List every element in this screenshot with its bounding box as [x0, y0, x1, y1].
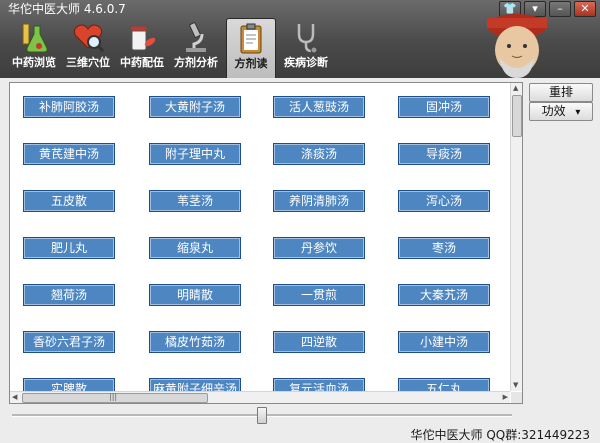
footer-text: 华佗中医大师 QQ群:321449223 — [410, 428, 590, 442]
chevron-down-icon: ▾ — [575, 107, 581, 118]
formula-button[interactable]: 香砂六君子汤 — [23, 331, 115, 353]
formula-button[interactable]: 大黄附子汤 — [149, 96, 241, 118]
tab-3d-acupoints[interactable]: 三维穴位 — [64, 18, 112, 74]
formula-list-panel: 补肺阿胶汤 大黄附子汤 活人葱豉汤 固冲汤黄芪建中汤 附子理中丸 涤痰汤 导痰汤五皮散 苇茎汤… — [9, 82, 523, 404]
formula-button[interactable]: 黄芪建中汤 — [23, 143, 115, 165]
tab-label: 中药配伍 — [120, 56, 164, 69]
formula-button[interactable]: 小建中汤 — [398, 331, 490, 353]
tab-label: 中药浏览 — [12, 56, 56, 69]
formula-button[interactable]: 橘皮竹茹汤 — [149, 331, 241, 353]
scroll-left-arrow-icon[interactable]: ◀ — [12, 393, 17, 402]
clipboard-icon — [240, 23, 262, 54]
tab-herb-combination[interactable]: 中药配伍 — [118, 18, 166, 74]
formula-button[interactable]: 五仁丸 — [398, 378, 490, 391]
pill-bottle-icon — [130, 25, 156, 51]
formula-button[interactable]: 固冲汤 — [398, 96, 490, 118]
formula-button[interactable]: 导痰汤 — [398, 143, 490, 165]
formula-button[interactable]: 肥儿丸 — [23, 237, 115, 259]
formula-button[interactable]: 一贯煎 — [273, 284, 365, 306]
window-title: 华佗中医大师 4.6.0.7 — [8, 2, 126, 16]
stethoscope-icon — [297, 24, 318, 54]
microscope-icon — [186, 22, 206, 52]
horizontal-scroll-thumb[interactable]: ||| — [22, 392, 208, 403]
scroll-right-arrow-icon[interactable]: ▶ — [503, 393, 508, 402]
formula-button[interactable]: 活人葱豉汤 — [273, 96, 365, 118]
tab-label: 方剂分析 — [174, 56, 218, 69]
formula-button[interactable]: 五皮散 — [23, 190, 115, 212]
tab-label: 方剂读 — [234, 57, 268, 70]
zoom-slider-thumb[interactable] — [257, 407, 267, 424]
efficacy-label: 功效 — [541, 104, 566, 118]
formula-button[interactable]: 明睛散 — [149, 284, 241, 306]
formula-button[interactable]: 复元活血汤 — [273, 378, 365, 391]
hua-tuo-portrait-icon — [487, 14, 547, 78]
scrollbar-corner — [511, 392, 522, 403]
vertical-scrollbar[interactable]: ▲ ▼ — [510, 83, 522, 391]
tab-label: 三维穴位 — [66, 56, 110, 69]
tab-herb-browse[interactable]: 中药浏览 — [10, 18, 58, 74]
heart-magnifier-icon — [73, 24, 104, 53]
formula-button[interactable]: 实脾散 — [23, 378, 115, 391]
formula-button[interactable]: 附子理中丸 — [149, 143, 241, 165]
tab-disease-diagnosis[interactable]: 疾病诊断 — [282, 18, 330, 74]
horizontal-scrollbar[interactable]: ◀ ||| ▶ — [10, 391, 510, 403]
formula-button[interactable]: 养阴清肺汤 — [273, 190, 365, 212]
close-button[interactable]: ✕ — [574, 1, 596, 17]
scroll-down-arrow-icon[interactable]: ▼ — [513, 381, 518, 390]
formula-button[interactable]: 大秦艽汤 — [398, 284, 490, 306]
formula-button[interactable]: 翘荷汤 — [23, 284, 115, 306]
rearrange-button[interactable]: 重排 — [529, 83, 593, 102]
formula-button[interactable]: 麻黄附子细辛汤 — [149, 378, 241, 391]
formula-button[interactable]: 苇茎汤 — [149, 190, 241, 212]
formula-button[interactable]: 枣汤 — [398, 237, 490, 259]
tab-label: 疾病诊断 — [284, 56, 328, 69]
app-window: 华佗中医大师 4.6.0.7 👕 ▾ – ✕ 中药浏览 三维穴位 中药配伍 方剂… — [0, 0, 600, 443]
formula-button[interactable]: 补肺阿胶汤 — [23, 96, 115, 118]
scroll-up-arrow-icon[interactable]: ▲ — [513, 84, 518, 93]
efficacy-dropdown[interactable]: 功效 ▾ — [529, 102, 593, 121]
grip-icon: ||| — [109, 392, 118, 401]
formula-button[interactable]: 泻心汤 — [398, 190, 490, 212]
flask-icon — [22, 23, 48, 53]
tab-formula-reading[interactable]: 方剂读 — [226, 18, 276, 78]
formula-button[interactable]: 涤痰汤 — [273, 143, 365, 165]
header-bar: 华佗中医大师 4.6.0.7 👕 ▾ – ✕ 中药浏览 三维穴位 中药配伍 方剂… — [0, 0, 600, 78]
formula-button[interactable]: 丹参饮 — [273, 237, 365, 259]
vertical-scroll-thumb[interactable] — [512, 95, 522, 137]
main-tabs: 中药浏览 三维穴位 中药配伍 方剂分析 方剂读 疾病诊断 — [10, 18, 336, 78]
tab-formula-analysis[interactable]: 方剂分析 — [172, 18, 220, 74]
formula-button[interactable]: 缩泉丸 — [149, 237, 241, 259]
formula-grid: 补肺阿胶汤 大黄附子汤 活人葱豉汤 固冲汤黄芪建中汤 附子理中丸 涤痰汤 导痰汤五皮散 苇茎汤… — [10, 83, 510, 391]
formula-button[interactable]: 四逆散 — [273, 331, 365, 353]
